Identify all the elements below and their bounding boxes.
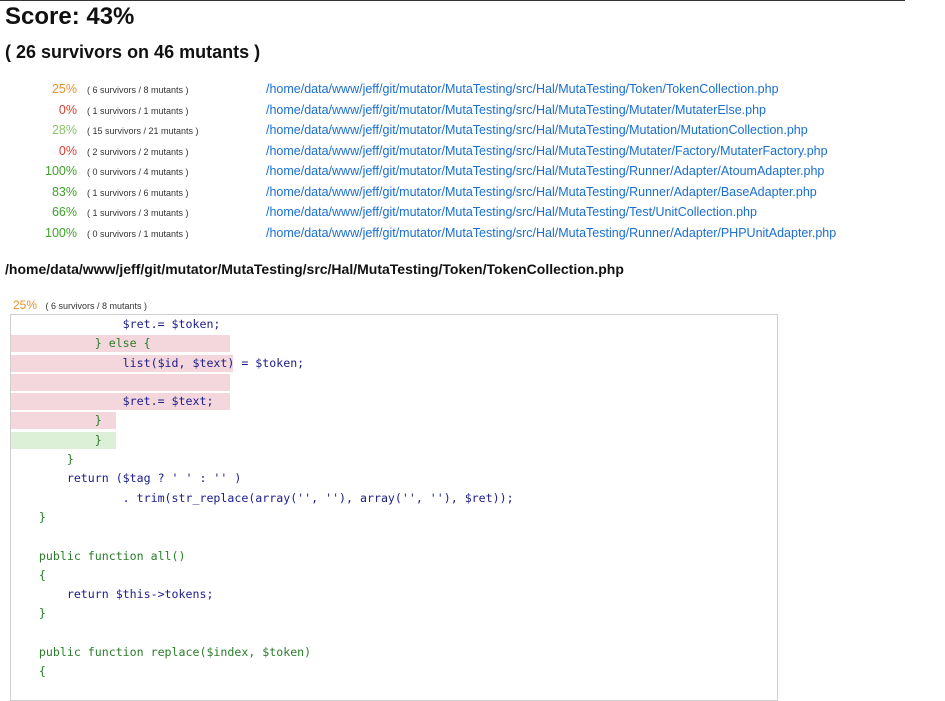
list-item: 100% ( 0 survivors / 1 mutants ) /home/d… — [0, 226, 945, 247]
code-line-text: . trim(str_replace(array('', ''), array(… — [11, 490, 514, 505]
top-rule — [0, 0, 905, 1]
file-link[interactable]: /home/data/www/jeff/git/mutator/MutaTest… — [266, 82, 779, 97]
code-line-text: { — [11, 567, 46, 582]
code-line-text: public function replace($index, $token) — [11, 645, 312, 660]
list-item: 25% ( 6 survivors / 8 mutants ) /home/da… — [0, 82, 945, 103]
code-line-killed: } — [11, 411, 777, 430]
file-link[interactable]: /home/data/www/jeff/git/mutator/MutaTest… — [266, 226, 836, 241]
file-detail-percent: 25% — [13, 298, 38, 312]
list-item: 83% ( 1 survivors / 6 mutants ) /home/da… — [0, 185, 945, 206]
file-score-counts: ( 2 survivors / 2 mutants ) — [87, 146, 189, 157]
file-link[interactable]: /home/data/www/jeff/git/mutator/MutaTest… — [266, 144, 828, 159]
file-detail-score: 25% ( 6 survivors / 8 mutants ) — [13, 296, 147, 314]
file-score-percent: 25% — [51, 82, 77, 96]
file-score-counts: ( 0 survivors / 1 mutants ) — [87, 228, 189, 239]
file-link[interactable]: /home/data/www/jeff/git/mutator/MutaTest… — [266, 205, 757, 220]
file-list: 25% ( 6 survivors / 8 mutants ) /home/da… — [0, 82, 945, 246]
list-item: 100% ( 0 survivors / 4 mutants ) /home/d… — [0, 164, 945, 185]
file-score-percent: 100% — [45, 164, 77, 178]
code-line-text: } — [11, 413, 102, 428]
code-line: public function replace($index, $token) — [11, 643, 777, 662]
file-link[interactable]: /home/data/www/jeff/git/mutator/MutaTest… — [266, 164, 824, 179]
code-line-text: } else { — [11, 336, 151, 351]
code-line: $ret.= $token; — [11, 315, 777, 334]
code-line-text: { — [11, 664, 46, 679]
page-title: Score: 43% — [5, 3, 135, 30]
code-line-text: $ret.= $token; — [11, 317, 221, 331]
file-detail-counts: ( 6 survivors / 8 mutants ) — [45, 301, 148, 311]
list-item: 66% ( 1 survivors / 3 mutants ) /home/da… — [0, 205, 945, 226]
file-score-percent: 0% — [58, 143, 77, 158]
code-line: public function all() — [11, 547, 777, 566]
code-line-killed: $ret.= $text; — [11, 392, 777, 411]
code-line-text: } — [11, 452, 74, 467]
code-line: . trim(str_replace(array('', ''), array(… — [11, 489, 777, 508]
file-score-percent: 66% — [51, 205, 77, 219]
code-line-killed — [11, 373, 777, 392]
code-line-text: } — [11, 432, 102, 447]
file-score-percent: 0% — [58, 102, 77, 117]
list-item: 0% ( 1 survivors / 1 mutants ) /home/dat… — [0, 103, 945, 124]
code-line: } — [11, 508, 777, 527]
file-score-percent: 100% — [45, 225, 77, 240]
file-score-percent: 28% — [51, 123, 77, 137]
code-line: } — [11, 604, 777, 623]
file-score-counts: ( 1 survivors / 1 mutants ) — [87, 105, 189, 116]
code-line-killed: } else { — [11, 334, 777, 353]
file-score-counts: ( 6 survivors / 8 mutants ) — [87, 85, 189, 95]
code-line: return $this->tokens; — [11, 585, 777, 604]
code-line: { — [11, 662, 777, 681]
list-item: 0% ( 2 survivors / 2 mutants ) /home/dat… — [0, 144, 945, 165]
file-score-counts: ( 15 survivors / 21 mutants ) — [87, 126, 199, 136]
code-line-text: $ret.= $text; — [11, 394, 214, 409]
code-viewer: $ret.= $token; } else { list($id, $text)… — [10, 314, 778, 701]
code-line: } — [11, 450, 777, 469]
file-score-counts: ( 1 survivors / 6 mutants ) — [87, 187, 189, 198]
code-line: return ($tag ? ' ' : '' ) — [11, 469, 777, 488]
file-link[interactable]: /home/data/www/jeff/git/mutator/MutaTest… — [266, 103, 766, 118]
file-score-percent: 83% — [51, 184, 77, 199]
score-summary: ( 26 survivors on 46 mutants ) — [5, 42, 261, 62]
code-line-text: return $this->tokens; — [11, 587, 214, 602]
list-item: 28% ( 15 survivors / 21 mutants ) /home/… — [0, 123, 945, 144]
code-line-text: return ($tag ? ' ' : '' ) — [11, 471, 242, 486]
file-link[interactable]: /home/data/www/jeff/git/mutator/MutaTest… — [266, 123, 808, 138]
file-link[interactable]: /home/data/www/jeff/git/mutator/MutaTest… — [266, 185, 817, 200]
file-score-counts: ( 0 survivors / 4 mutants ) — [87, 167, 189, 177]
file-detail-title: /home/data/www/jeff/git/mutator/MutaTest… — [5, 261, 624, 277]
code-line-text: } — [11, 509, 46, 524]
code-line-text: } — [11, 606, 46, 621]
code-line-text: list($id, $text) = $token; — [11, 355, 305, 370]
code-line-killed: list($id, $text) = $token; — [11, 354, 777, 373]
code-line-text: public function all() — [11, 548, 186, 563]
code-line: { — [11, 566, 777, 585]
file-score-counts: ( 1 survivors / 3 mutants ) — [87, 208, 189, 218]
code-line-survived: } — [11, 431, 777, 450]
